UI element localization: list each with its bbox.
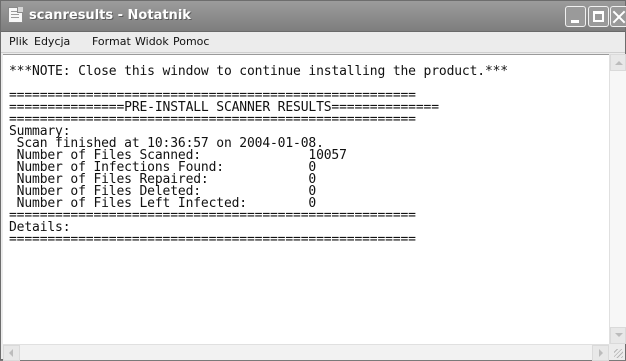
notepad-icon[interactable] (8, 7, 23, 23)
vertical-scroll-track[interactable] (610, 71, 626, 327)
menu-format[interactable]: Format (92, 35, 131, 48)
scroll-right-button[interactable] (592, 345, 609, 361)
resize-grip[interactable] (609, 344, 625, 360)
maximize-button[interactable] (588, 6, 609, 27)
menu-widok[interactable]: Widok (135, 35, 169, 48)
menu-pomoc[interactable]: Pomoc (173, 35, 209, 48)
notepad-window: scanresults - Notatnik Plik Edycja Forma… (0, 0, 626, 361)
close-button[interactable] (610, 6, 626, 27)
document-text[interactable]: ***NOTE: Close this window to continue i… (9, 65, 508, 246)
vertical-scrollbar[interactable] (609, 54, 626, 344)
menu-edycja[interactable]: Edycja (34, 35, 70, 48)
menu-bar: Plik Edycja Format Widok Pomoc (1, 32, 625, 53)
title-bar[interactable]: scanresults - Notatnik (1, 1, 626, 32)
text-editor-area[interactable]: ***NOTE: Close this window to continue i… (3, 54, 609, 345)
scroll-up-button[interactable] (610, 54, 626, 71)
menu-plik[interactable]: Plik (9, 35, 28, 48)
scroll-down-button[interactable] (610, 327, 626, 344)
minimize-button[interactable] (565, 6, 586, 27)
window-title: scanresults - Notatnik (29, 8, 191, 23)
scroll-left-button[interactable] (3, 345, 20, 361)
horizontal-scrollbar[interactable] (3, 344, 609, 361)
